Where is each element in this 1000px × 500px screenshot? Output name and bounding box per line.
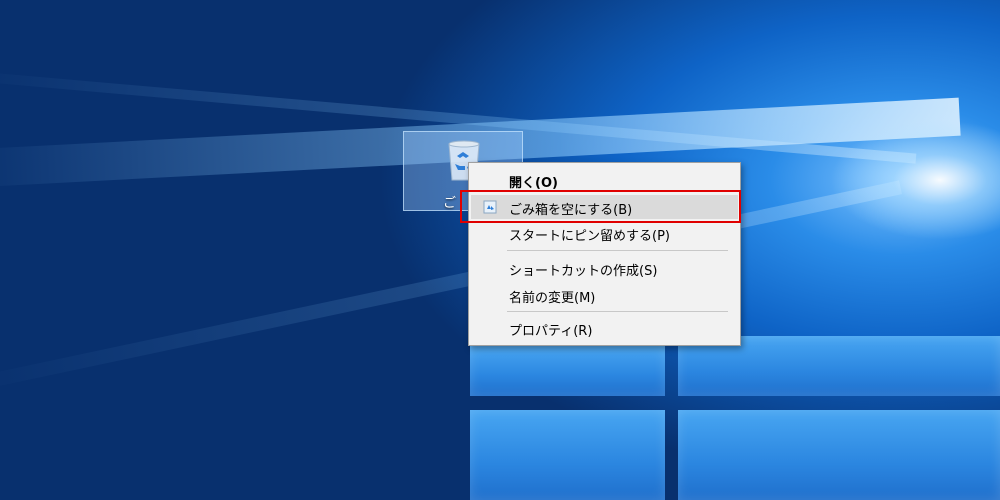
- menu-item-label: 名前の変更(M): [509, 291, 596, 306]
- window-pane: [470, 346, 665, 396]
- window-pane: [470, 410, 665, 500]
- menu-item-create-shortcut[interactable]: ショートカットの作成(S): [471, 256, 738, 280]
- desktop-icon-label: ご: [443, 196, 457, 211]
- menu-item-properties[interactable]: プロパティ(R): [471, 316, 738, 340]
- menu-item-label: プロパティ(R): [509, 324, 593, 339]
- menu-separator: [507, 250, 728, 251]
- menu-separator: [507, 311, 728, 312]
- menu-item-label: スタートにピン留めする(P): [509, 229, 670, 244]
- menu-item-label: ショートカットの作成(S): [509, 264, 658, 279]
- menu-item-pin-to-start[interactable]: スタートにピン留めする(P): [471, 221, 738, 245]
- highlight-box: [460, 190, 741, 223]
- menu-item-label: 開く(O): [509, 176, 558, 191]
- menu-item-open[interactable]: 開く(O): [471, 168, 738, 192]
- menu-item-rename[interactable]: 名前の変更(M): [471, 283, 738, 307]
- window-pane: [678, 410, 1000, 500]
